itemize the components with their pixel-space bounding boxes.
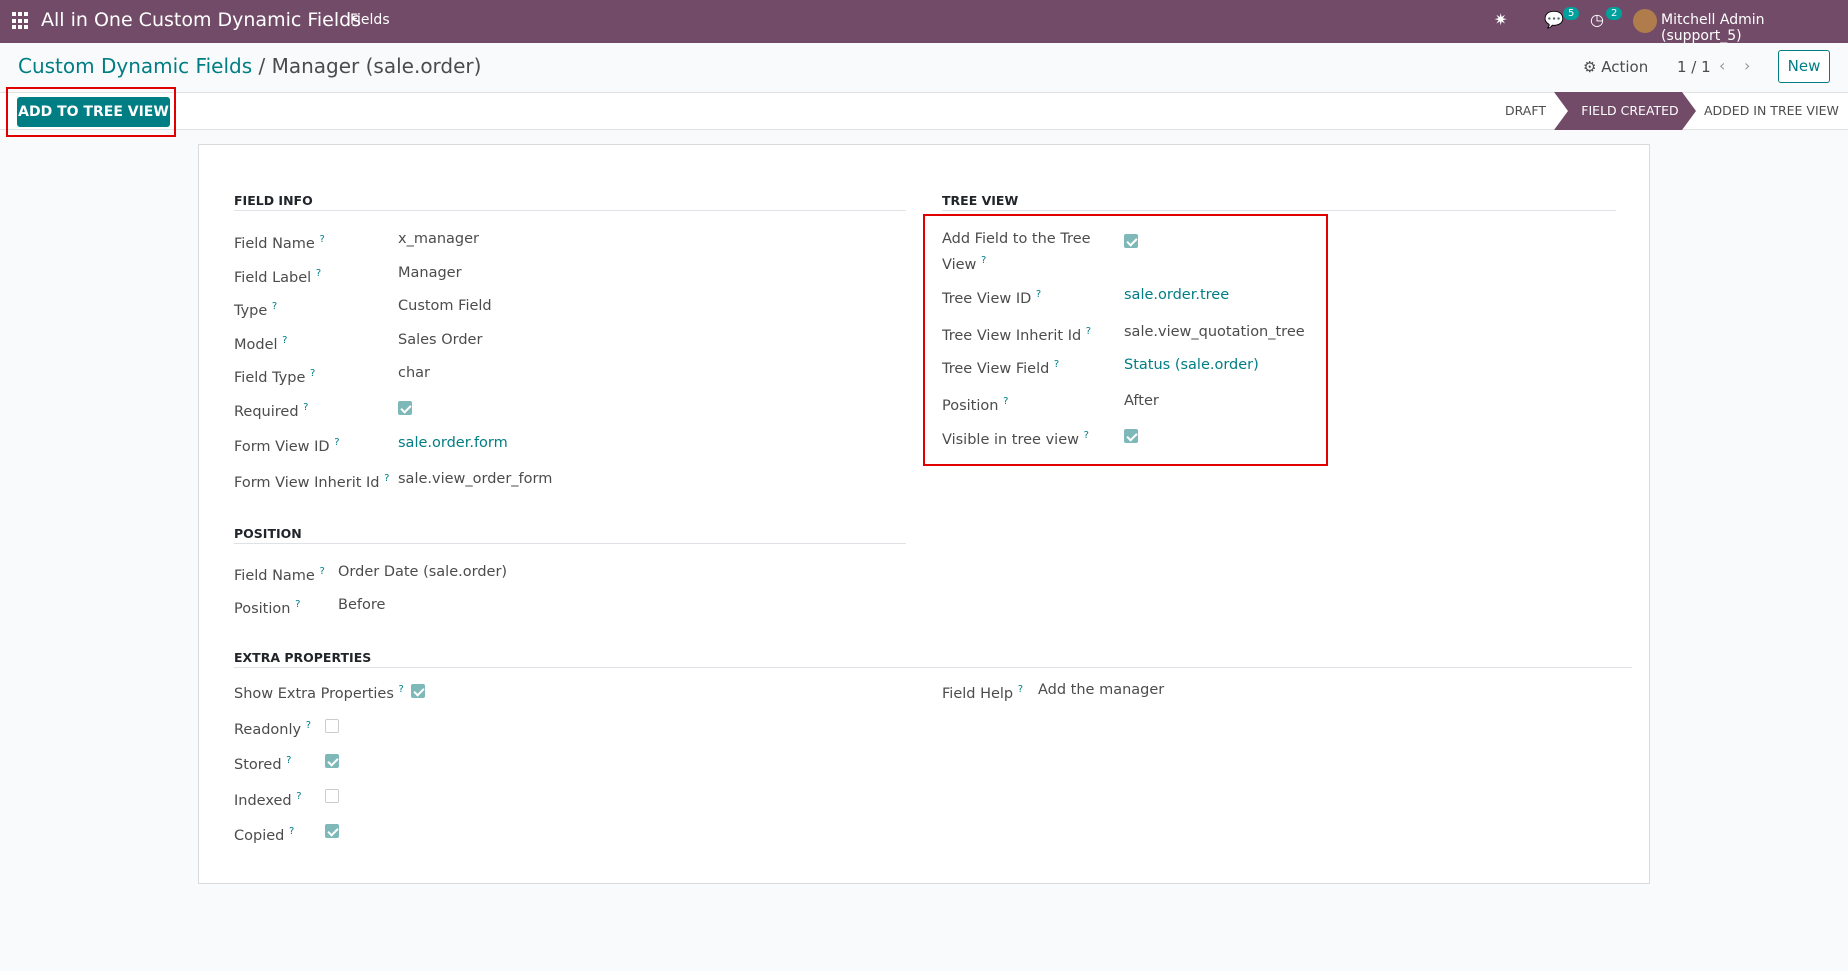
action-label: Action <box>1601 58 1649 76</box>
value-field-name[interactable]: x_manager <box>398 231 479 247</box>
breadcrumb-root[interactable]: Custom Dynamic Fields <box>18 54 252 78</box>
section-position-title: POSITION <box>234 526 302 541</box>
label-type: Type ? <box>234 301 278 319</box>
clock-icon[interactable]: ◷ <box>1590 10 1604 29</box>
label-readonly: Readonly ? <box>234 720 312 738</box>
value-field-type[interactable]: char <box>398 365 430 381</box>
breadcrumb-current: Manager (sale.order) <box>271 54 482 78</box>
readonly-checkbox[interactable] <box>325 719 339 733</box>
label-position: Position ? <box>234 599 301 617</box>
user-menu[interactable]: Mitchell Admin (support_5) <box>1661 12 1848 44</box>
pager-value[interactable]: 1 / 1 <box>1677 58 1711 76</box>
label-required: Required ? <box>234 402 309 420</box>
section-extra-properties-title: EXTRA PROPERTIES <box>234 650 372 665</box>
value-form-view-inherit-id[interactable]: sale.view_order_form <box>398 471 552 487</box>
chevron-right-icon[interactable]: › <box>1744 56 1750 75</box>
value-model[interactable]: Sales Order <box>398 332 482 348</box>
chevron-left-icon[interactable]: ‹ <box>1719 56 1725 75</box>
gear-icon: ⚙ <box>1583 58 1597 76</box>
section-field-info-title: FIELD INFO <box>234 193 313 208</box>
new-button[interactable]: New <box>1778 50 1830 83</box>
label-form-view-id: Form View ID ? <box>234 437 340 455</box>
label-field-type: Field Type ? <box>234 368 316 386</box>
stage-draft[interactable]: DRAFT <box>1505 92 1546 130</box>
label-field-name: Field Name ? <box>234 234 325 252</box>
menu-fields[interactable]: Fields <box>350 12 390 28</box>
stage-added-in-tree-view[interactable]: ADDED IN TREE VIEW <box>1704 92 1839 130</box>
value-field-help[interactable]: Add the manager <box>1038 682 1164 698</box>
highlight-add-button <box>6 87 176 137</box>
label-copied: Copied ? <box>234 826 295 844</box>
indexed-checkbox[interactable] <box>325 789 339 803</box>
bug-icon[interactable]: ✷ <box>1494 10 1507 29</box>
avatar[interactable] <box>1633 9 1657 33</box>
label-position-field-name: Field Name ? <box>234 566 325 584</box>
copied-checkbox[interactable] <box>325 824 339 838</box>
messages-badge: 5 <box>1563 7 1580 20</box>
label-model: Model ? <box>234 335 288 353</box>
value-position-field-name[interactable]: Order Date (sale.order) <box>338 564 507 580</box>
chat-icon[interactable]: 💬 <box>1544 10 1564 29</box>
app-menu-icon[interactable] <box>12 12 30 30</box>
stage-field-created[interactable]: FIELD CREATED <box>1554 92 1696 130</box>
section-divider <box>942 210 1616 211</box>
label-stored: Stored ? <box>234 755 292 773</box>
section-tree-view-title: TREE VIEW <box>942 193 1019 208</box>
breadcrumb: Custom Dynamic Fields / Manager (sale.or… <box>18 54 481 78</box>
app-title[interactable]: All in One Custom Dynamic Fields <box>41 9 361 31</box>
section-divider <box>234 667 1632 668</box>
value-position[interactable]: Before <box>338 597 385 613</box>
label-field-help: Field Help ? <box>942 684 1024 702</box>
label-indexed: Indexed ? <box>234 791 302 809</box>
breadcrumb-separator: / <box>258 54 266 78</box>
show-extra-properties-checkbox[interactable] <box>411 684 425 698</box>
activities-badge: 2 <box>1606 7 1623 20</box>
label-show-extra-properties: Show Extra Properties ? <box>234 684 404 702</box>
value-form-view-id[interactable]: sale.order.form <box>398 435 508 451</box>
label-form-view-inherit-id: Form View Inherit Id ? <box>234 473 390 491</box>
top-navbar: All in One Custom Dynamic Fields Fields … <box>0 0 1848 44</box>
label-field-label: Field Label ? <box>234 268 322 286</box>
value-type[interactable]: Custom Field <box>398 298 492 314</box>
action-menu[interactable]: ⚙ Action <box>1583 58 1648 76</box>
stored-checkbox[interactable] <box>325 754 339 768</box>
highlight-tree-view-box <box>923 214 1328 466</box>
value-field-label[interactable]: Manager <box>398 265 462 281</box>
section-divider <box>234 210 906 211</box>
section-divider <box>234 543 906 544</box>
required-checkbox[interactable] <box>398 401 412 415</box>
